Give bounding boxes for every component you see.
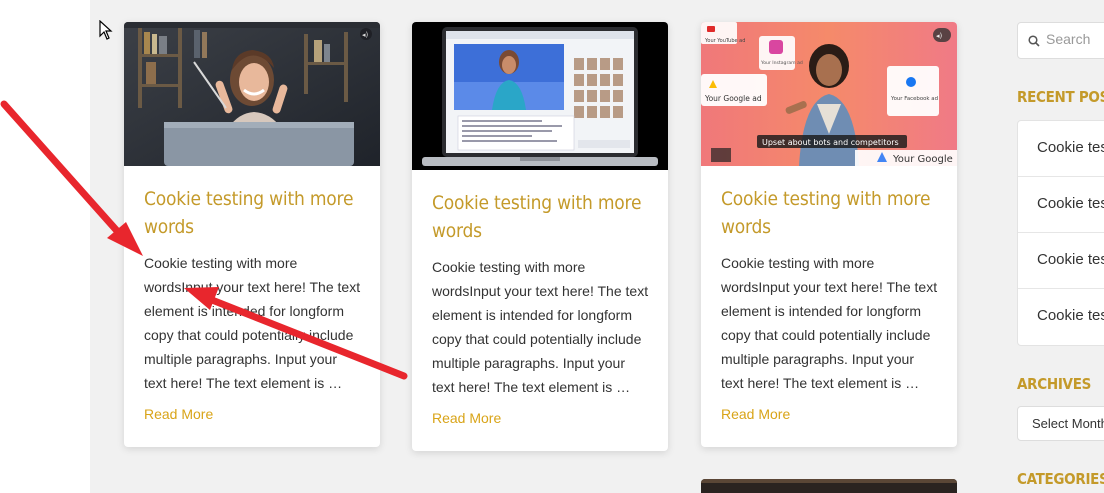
annotation-arrows: [0, 100, 408, 380]
red-arrow-1: [0, 100, 143, 256]
red-arrow-2: [184, 287, 408, 380]
